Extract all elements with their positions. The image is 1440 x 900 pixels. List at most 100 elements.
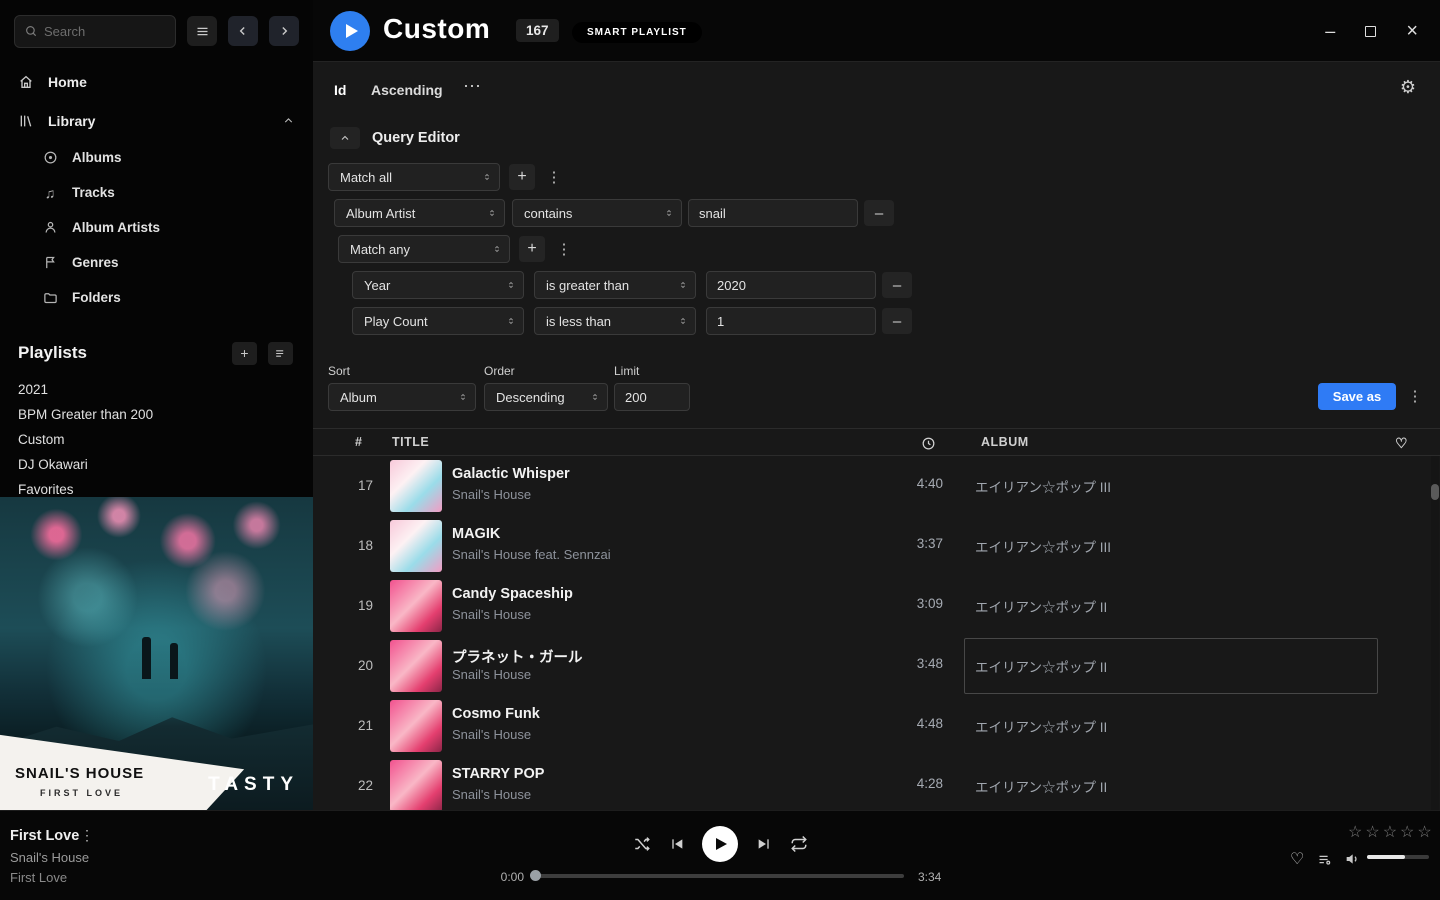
previous-button[interactable] [669,836,685,852]
repeat-button[interactable] [790,835,808,853]
sidebar-item-label: Albums [72,150,122,165]
select-chevrons-icon [487,206,497,220]
sidebar-item-folders[interactable]: Folders [0,280,313,315]
window-minimize-button[interactable]: – [1325,22,1335,40]
group-add-rule-button[interactable]: + [519,236,545,262]
sidebar-item-tracks[interactable]: ♫ Tracks [0,175,313,210]
select-chevrons-icon [678,314,688,328]
more-options-button[interactable]: ⋯ [463,76,482,97]
seek-bar[interactable] [536,874,904,878]
match-type-select[interactable]: Match all [328,163,500,191]
rule-operator-select[interactable]: contains [512,199,682,227]
nav-back-button[interactable] [228,16,258,46]
rule-value-input[interactable] [706,307,876,335]
star-icon[interactable]: ☆ [1417,822,1431,842]
favorite-heart-icon[interactable]: ♡ [1290,849,1304,869]
remove-rule-button[interactable]: – [882,308,912,334]
star-icon[interactable]: ☆ [1365,822,1379,842]
seek-handle[interactable] [530,870,541,881]
scrollbar-track[interactable] [1431,456,1439,810]
sort-order-button[interactable]: Ascending [371,82,443,98]
playlist-item[interactable]: Custom [0,427,313,452]
window-maximize-button[interactable] [1365,26,1376,37]
rule-field-select[interactable]: Album Artist [334,199,505,227]
group-menu-button[interactable]: ⋮ [554,236,574,262]
favorite-column-heart-icon[interactable]: ♡ [1395,435,1408,452]
group-match-type-select[interactable]: Match any [338,235,510,263]
select-value: Year [364,278,390,293]
row-index: 18 [337,538,373,553]
play-playlist-button[interactable] [330,11,370,51]
window-controls: – × [1325,0,1440,62]
add-playlist-button[interactable]: + [232,342,257,365]
table-row[interactable]: 20 プラネット・ガール Snail's House 3:48 エイリアン☆ポッ… [313,636,1440,696]
nav-forward-button[interactable] [269,16,299,46]
rule-operator-select[interactable]: is less than [534,307,696,335]
queue-icon[interactable] [1317,852,1332,867]
sort-select[interactable]: Album [328,383,476,411]
sidebar-item-library[interactable]: Library [0,101,313,140]
rule-operator-select[interactable]: is greater than [534,271,696,299]
menu-button[interactable] [187,16,217,46]
rule-field-select[interactable]: Year [352,271,524,299]
star-icon[interactable]: ☆ [1383,822,1397,842]
star-icon[interactable]: ☆ [1348,822,1362,842]
rule-menu-button[interactable]: ⋮ [544,164,564,190]
sidebar: Home Library Albums ♫ Tracks Album Artis… [0,0,313,810]
table-row[interactable]: 21 Cosmo Funk Snail's House 4:48 エイリアン☆ポ… [313,696,1440,756]
select-chevrons-icon [458,390,468,404]
volume-icon[interactable] [1344,851,1360,867]
column-album[interactable]: ALBUM [981,435,1029,449]
save-menu-button[interactable]: ⋮ [1405,383,1425,409]
rule-value-input[interactable] [688,199,858,227]
sidebar-item-home[interactable]: Home [0,62,313,101]
scrollbar-thumb[interactable] [1431,484,1439,500]
limit-input[interactable] [614,383,690,411]
next-button[interactable] [756,836,772,852]
rule-value-input[interactable] [706,271,876,299]
gear-icon[interactable]: ⚙ [1400,77,1416,98]
playlist-item[interactable]: DJ Okawari [0,452,313,477]
column-index[interactable]: # [355,435,362,449]
track-duration: 3:48 [873,656,943,671]
album-thumbnail [390,760,442,810]
track-duration: 4:28 [873,776,943,791]
window-close-button[interactable]: × [1406,21,1418,41]
table-row[interactable]: 18 MAGIK Snail's House feat. Sennzai 3:3… [313,516,1440,576]
sort-field-button[interactable]: Id [334,82,346,98]
playlist-item[interactable]: BPM Greater than 200 [0,402,313,427]
star-icon[interactable]: ☆ [1400,822,1414,842]
flag-icon [42,255,58,270]
column-title[interactable]: TITLE [392,435,429,449]
add-rule-button[interactable]: + [509,164,535,190]
table-row[interactable]: 19 Candy Spaceship Snail's House 3:09 エイ… [313,576,1440,636]
now-playing-album: First Love [10,870,67,885]
select-value: Album Artist [346,206,415,221]
duration-column-clock-icon[interactable] [921,436,936,454]
play-pause-button[interactable] [702,826,738,862]
remove-rule-button[interactable]: – [882,272,912,298]
volume-slider[interactable] [1367,855,1429,859]
shuffle-button[interactable] [633,835,651,853]
search-input[interactable] [44,24,154,39]
sidebar-item-album-artists[interactable]: Album Artists [0,210,313,245]
query-editor-collapse-button[interactable] [330,127,360,149]
table-row[interactable]: 17 Galactic Whisper Snail's House 4:40 エ… [313,456,1440,516]
order-select[interactable]: Descending [484,383,608,411]
track-album-focused-cell[interactable]: エイリアン☆ポップ II [964,638,1378,694]
table-row[interactable]: 22 STARRY POP Snail's House 4:28 エイリアン☆ポ… [313,756,1440,810]
rule-field-select[interactable]: Play Count [352,307,524,335]
sidebar-item-genres[interactable]: Genres [0,245,313,280]
chevron-up-icon[interactable] [282,114,295,127]
select-value: contains [524,206,572,221]
playlist-list-button[interactable] [268,342,293,365]
now-playing-menu-button[interactable]: ⋮ [80,827,94,844]
playlist-item[interactable]: 2021 [0,377,313,402]
hamburger-icon [195,24,210,39]
save-as-button[interactable]: Save as [1318,383,1396,410]
artwork-artist: SNAIL'S HOUSE [15,765,144,782]
sidebar-item-albums[interactable]: Albums [0,140,313,175]
search-box[interactable] [14,15,176,48]
now-playing-artwork[interactable]: SNAIL'S HOUSE FIRST LOVE TASTY [0,497,313,810]
remove-rule-button[interactable]: – [864,200,894,226]
